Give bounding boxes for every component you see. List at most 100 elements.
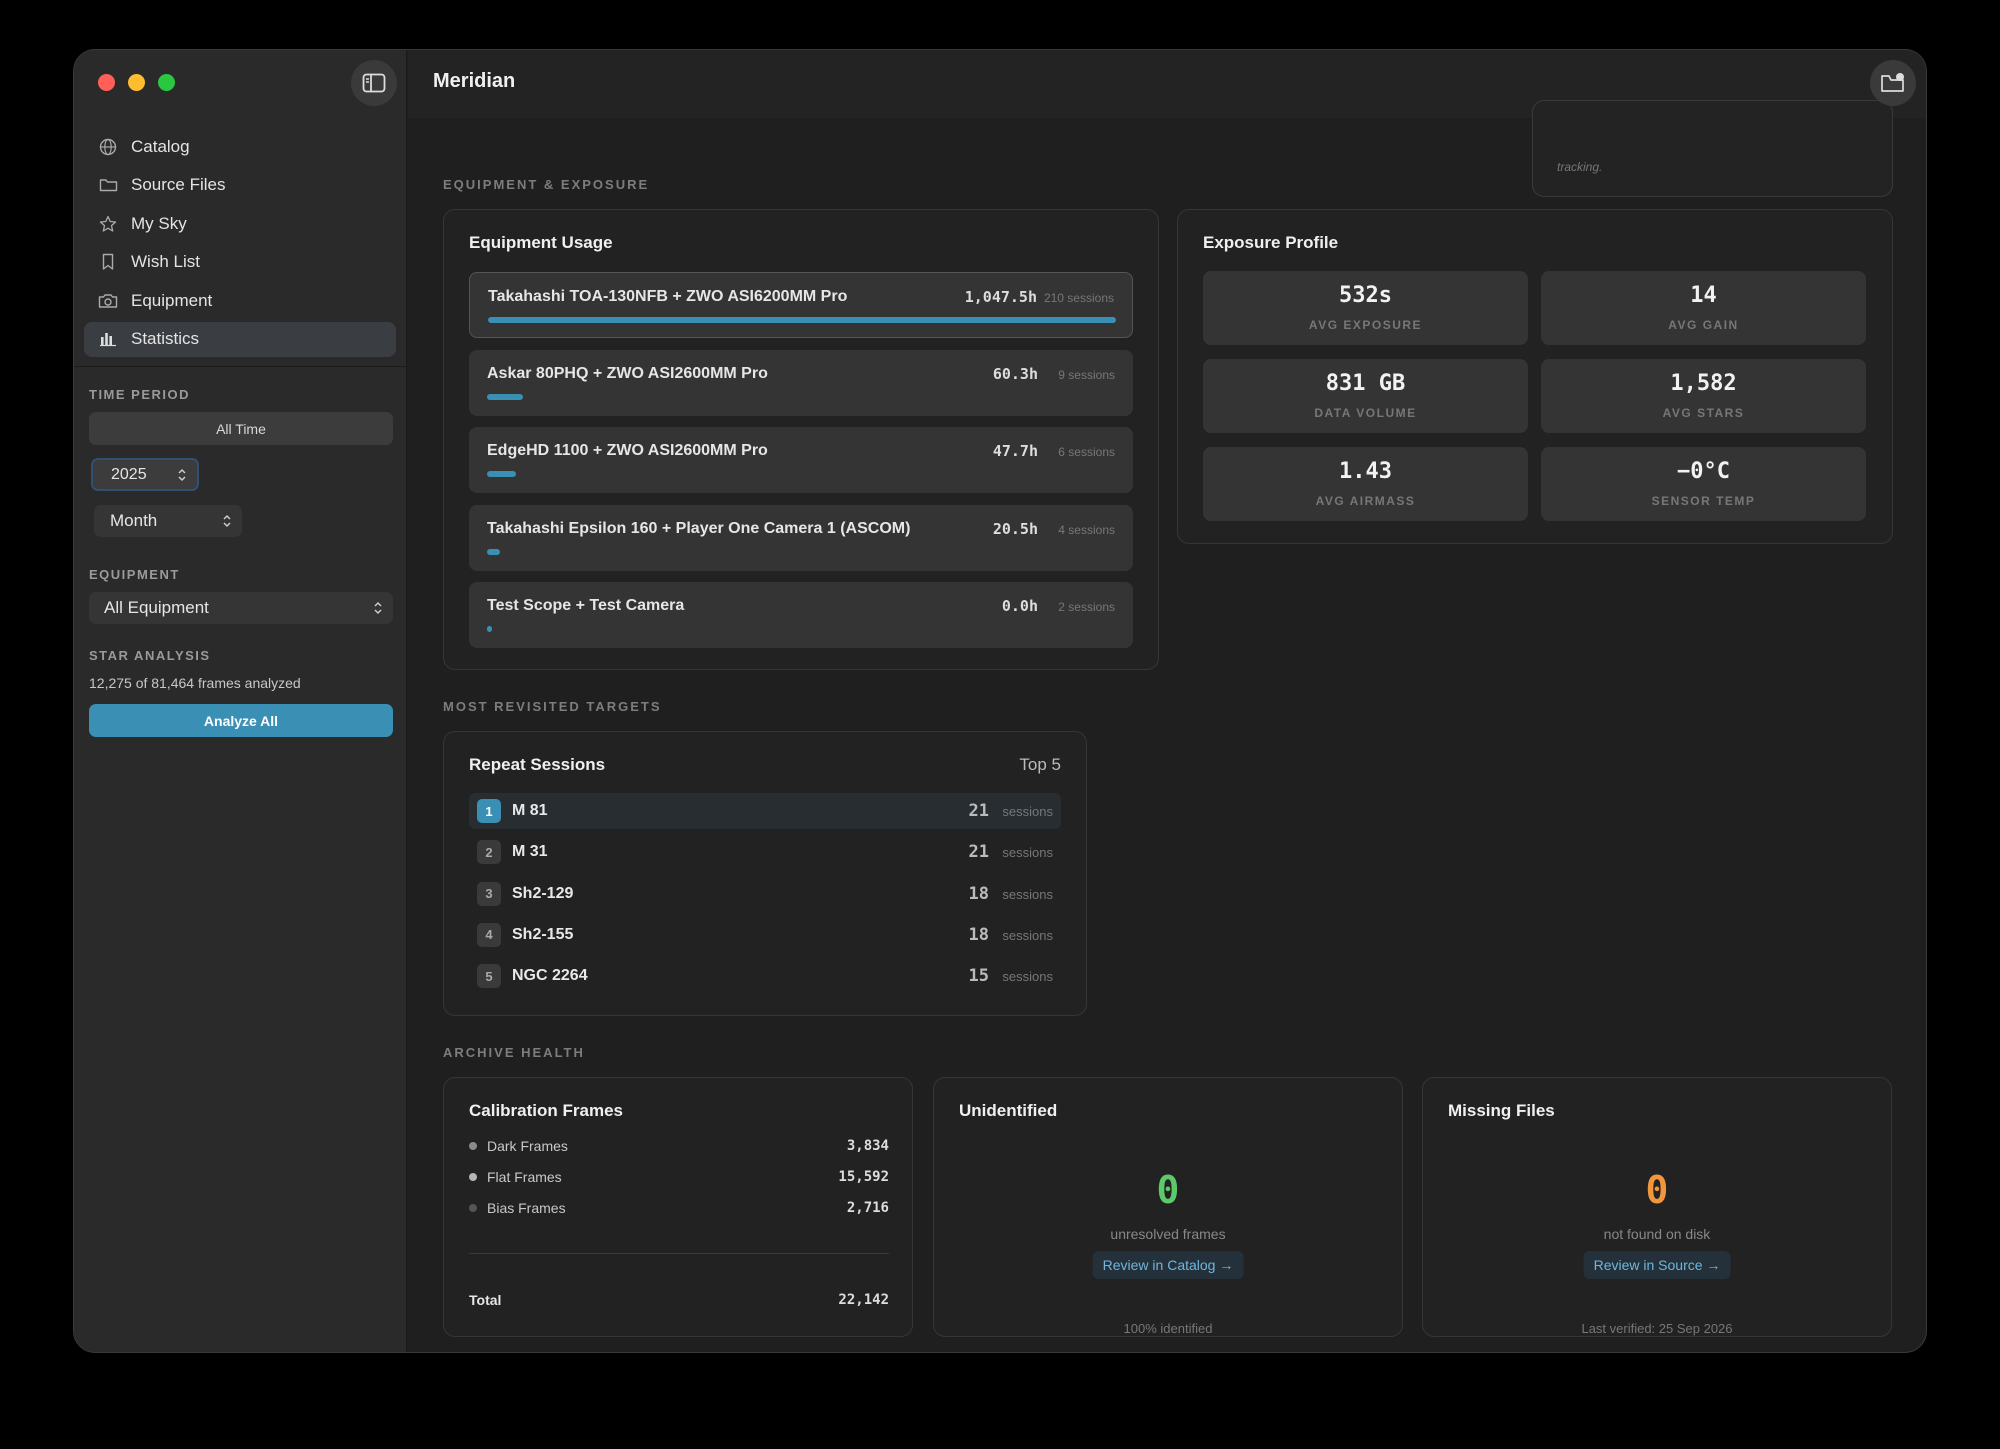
stat-value: 1.43 — [1339, 459, 1392, 484]
missing-count: 0 — [1645, 1168, 1669, 1212]
legend-dot — [469, 1142, 477, 1150]
stat-tile: −0°C SENSOR TEMP — [1541, 447, 1866, 521]
equipment-name: Takahashi TOA-130NFB + ZWO ASI6200MM Pro — [488, 288, 848, 305]
unidentified-count: 0 — [1156, 1168, 1180, 1212]
granularity-select[interactable]: Month — [94, 505, 242, 537]
granularity-value: Month — [110, 511, 158, 530]
equipment-hours: 1,047.5h — [964, 288, 1037, 306]
zoom-window-button[interactable] — [158, 74, 175, 91]
session-unit: sessions — [1002, 886, 1053, 902]
stat-tile: 1.43 AVG AIRMASS — [1203, 447, 1528, 521]
sidebar-item-statistics[interactable]: Statistics — [84, 321, 396, 357]
sidebar-item-wish-list[interactable]: Wish List — [84, 245, 396, 280]
stat-tile: 532s AVG EXPOSURE — [1203, 271, 1528, 345]
calibration-title: Calibration Frames — [469, 1101, 623, 1120]
review-catalog-link[interactable]: Review in Catalog → — [1092, 1251, 1244, 1279]
calibration-name: Flat Frames — [487, 1169, 562, 1185]
close-window-button[interactable] — [98, 74, 115, 91]
stat-value: −0°C — [1677, 459, 1730, 484]
target-row[interactable]: 5 NGC 2264 15 sessions — [469, 958, 1061, 994]
total-label: Total — [469, 1292, 502, 1308]
window-title: Meridian — [433, 70, 516, 92]
top-count-badge: Top 5 — [1019, 755, 1061, 774]
equipment-usage-title: Equipment Usage — [469, 233, 613, 252]
equipment-usage-row[interactable]: Takahashi TOA-130NFB + ZWO ASI6200MM Pro… — [469, 272, 1133, 338]
session-unit: sessions — [1002, 804, 1053, 819]
stat-label: AVG AIRMASS — [1315, 494, 1416, 508]
session-count: 15 — [968, 966, 989, 987]
equipment-label: EQUIPMENT — [89, 567, 180, 582]
usage-bar — [487, 393, 524, 400]
chevron-up-down-icon — [177, 468, 187, 482]
sidebar-item-label: Wish List — [131, 252, 200, 271]
target-row[interactable]: 2 M 31 21 sessions — [469, 834, 1061, 870]
bar-chart-icon — [98, 329, 118, 349]
equipment-sessions: 4 sessions — [1058, 522, 1115, 537]
calibration-row-dark: Dark Frames 3,834 — [469, 1136, 889, 1158]
equipment-select[interactable]: All Equipment — [89, 592, 393, 624]
usage-bar — [487, 471, 516, 477]
unidentified-sub: unresolved frames — [1110, 1226, 1226, 1242]
equipment-name: Test Scope + Test Camera — [487, 597, 685, 614]
rank-badge: 4 — [477, 922, 501, 947]
equipment-exposure-section-label: EQUIPMENT & EXPOSURE — [443, 177, 650, 192]
folder-icon — [98, 175, 118, 195]
equipment-hours: 47.7h — [992, 442, 1038, 460]
equipment-hours: 60.3h — [992, 364, 1038, 383]
chevron-up-down-icon — [373, 601, 383, 615]
sidebar-divider — [74, 366, 406, 367]
stat-label: SENSOR TEMP — [1651, 494, 1756, 508]
session-count: 18 — [968, 924, 989, 945]
sidebar-toggle-button[interactable] — [351, 60, 397, 106]
repeat-sessions-title: Repeat Sessions — [469, 755, 606, 774]
sidebar-item-label: My Sky — [131, 213, 187, 233]
target-name: Sh2-129 — [512, 884, 574, 902]
sidebar-item-my-sky[interactable]: My Sky — [84, 206, 396, 241]
equipment-value: All Equipment — [104, 598, 209, 617]
target-name: M 81 — [512, 802, 548, 819]
archive-section-label: ARCHIVE HEALTH — [443, 1045, 585, 1060]
target-row[interactable]: 4 Sh2-155 18 sessions — [469, 917, 1061, 953]
stat-tile: 1,582 AVG STARS — [1541, 359, 1866, 433]
session-unit: sessions — [1002, 969, 1053, 985]
session-unit: sessions — [1002, 845, 1053, 861]
equipment-usage-row[interactable]: EdgeHD 1100 + ZWO ASI2600MM Pro 47.7h 6 se… — [469, 427, 1133, 493]
all-time-button[interactable]: All Time — [89, 412, 393, 445]
minimize-window-button[interactable] — [128, 74, 145, 91]
calibration-value: 3,834 — [846, 1138, 889, 1154]
legend-dot — [469, 1204, 477, 1212]
session-unit: sessions — [1002, 927, 1053, 943]
target-row[interactable]: 3 Sh2-129 18 sessions — [469, 876, 1061, 912]
calibration-value: 2,716 — [846, 1200, 889, 1216]
sidebar-item-catalog[interactable]: Catalog — [84, 129, 396, 164]
rank-badge: 1 — [477, 799, 501, 823]
analyze-all-button[interactable]: Analyze All — [89, 704, 393, 737]
unidentified-card: Unidentified 0 unresolved frames Review … — [933, 1077, 1403, 1337]
usage-bar — [487, 626, 492, 632]
usage-bar — [488, 317, 1116, 323]
target-name: M 31 — [512, 843, 548, 861]
year-select[interactable]: 2025 — [91, 458, 199, 491]
review-source-link[interactable]: Review in Source → — [1583, 1251, 1731, 1279]
target-name: Sh2-155 — [512, 925, 574, 943]
sidebar-item-label: Catalog — [131, 136, 190, 156]
equipment-usage-row[interactable]: Takahashi Epsilon 160 + Player One Camer… — [469, 504, 1133, 571]
sidebar-item-label: Source Files — [131, 175, 226, 194]
exposure-profile-title: Exposure Profile — [1203, 233, 1339, 252]
unidentified-title: Unidentified — [959, 1101, 1058, 1120]
sidebar-item-equipment[interactable]: Equipment — [84, 283, 396, 318]
equipment-usage-row[interactable]: Test Scope + Test Camera 0.0h 2 sessions — [469, 582, 1133, 648]
equipment-usage-card: Equipment Usage Takahashi TOA-130NFB + Z… — [443, 209, 1159, 670]
equipment-usage-row[interactable]: Askar 80PHQ + ZWO ASI2600MM Pro 60.3h 9 se… — [469, 349, 1133, 416]
sidebar-item-label: Equipment — [131, 290, 213, 310]
star-analysis-progress: 12,275 of 81,464 frames analyzed — [89, 675, 301, 691]
rank-badge: 2 — [477, 840, 501, 865]
sidebar: Catalog Source Files My Sky Wish List Eq… — [74, 50, 407, 1352]
sidebar-item-source-files[interactable]: Source Files — [84, 168, 396, 203]
calibration-frames-card: Calibration Frames Dark Frames 3,834 Fla… — [443, 1077, 913, 1337]
open-folder-button[interactable] — [1870, 60, 1916, 106]
star-icon — [98, 214, 118, 234]
missing-files-card: Missing Files 0 not found on disk Review… — [1422, 1077, 1892, 1337]
folder-badge-icon — [1881, 73, 1904, 92]
target-row[interactable]: 1 M 81 21 sessions — [469, 793, 1061, 829]
